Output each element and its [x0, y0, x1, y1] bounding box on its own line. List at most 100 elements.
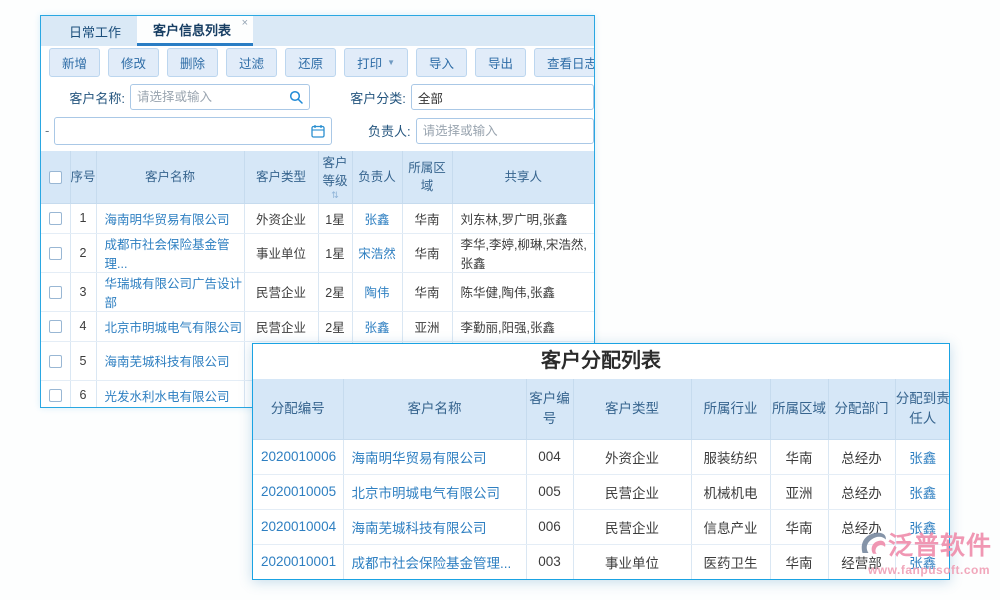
fanpu-logo-icon — [858, 529, 888, 559]
customer-name-link[interactable]: 华瑞城有限公司广告设计部 — [105, 277, 243, 310]
allocation-dept: 总经办 — [841, 451, 882, 466]
allocation-table-header-row: 分配编号 客户名称 客户编号 客户类型 所属行业 所属区域 分配部门 分配到责任… — [253, 379, 950, 439]
customer-name-input[interactable] — [130, 84, 310, 110]
customer-type: 民营企业 — [605, 521, 659, 536]
col-header-region: 所属区域 — [408, 161, 446, 193]
table-row[interactable]: 2020010005北京市明城电气有限公司005民营企业机械机电亚洲总经办张鑫 — [253, 474, 950, 509]
calendar-icon[interactable] — [311, 124, 325, 138]
edit-button[interactable]: 修改 — [108, 48, 159, 77]
close-icon[interactable]: × — [242, 18, 248, 29]
customer-name-link[interactable]: 成都市社会保险基金管理... — [105, 238, 230, 271]
allocation-no-link[interactable]: 2020010004 — [261, 519, 336, 534]
col-header-customer-type: 客户类型 — [256, 170, 306, 184]
allocation-no-link[interactable]: 2020010005 — [261, 484, 336, 499]
row-index: 5 — [80, 354, 87, 368]
customer-name-link[interactable]: 海南明华贸易有限公司 — [352, 451, 487, 466]
owner-input[interactable] — [416, 118, 594, 144]
date-range-separator: - — [45, 123, 49, 138]
tab-daily-work[interactable]: 日常工作 — [53, 16, 137, 46]
delete-button[interactable]: 删除 — [167, 48, 218, 77]
customer-name-label: 客户名称: — [65, 88, 125, 107]
print-button[interactable]: 打印▼ — [344, 48, 408, 77]
customer-name-link[interactable]: 北京市明城电气有限公司 — [352, 486, 501, 501]
customer-name-link[interactable]: 成都市社会保险基金管理... — [352, 556, 512, 571]
row-checkbox[interactable] — [49, 389, 62, 402]
customer-level: 2星 — [325, 321, 344, 335]
row-checkbox[interactable] — [49, 247, 62, 260]
row-checkbox[interactable] — [49, 355, 62, 368]
allocation-no-link[interactable]: 2020010001 — [261, 554, 336, 569]
table-row[interactable]: 2020010001成都市社会保险基金管理...003事业单位医药卫生华南经营部… — [253, 544, 950, 579]
tab-customer-info-list[interactable]: 客户信息列表 × — [137, 16, 253, 46]
shared-people: 李华,李婷,柳琳,宋浩然,张鑫 — [461, 238, 587, 271]
import-button[interactable]: 导入 — [416, 48, 467, 77]
table-row[interactable]: 2020010006海南明华贸易有限公司004外资企业服装纺织华南总经办张鑫 — [253, 439, 950, 474]
col-header-shared: 共享人 — [504, 170, 542, 184]
row-checkbox[interactable] — [49, 320, 62, 333]
region: 华南 — [786, 521, 813, 536]
allocation-no-link[interactable]: 2020010006 — [261, 449, 336, 464]
customer-name-link[interactable]: 北京市明城电气有限公司 — [105, 321, 243, 335]
tab-label: 日常工作 — [69, 22, 121, 41]
customer-type: 事业单位 — [605, 556, 659, 571]
region: 华南 — [414, 213, 439, 227]
customer-type: 外资企业 — [605, 451, 659, 466]
table-row[interactable]: 2020010004海南芜城科技有限公司006民营企业信息产业华南总经办张鑫 — [253, 509, 950, 544]
allocation-panel-title: 客户分配列表 — [253, 344, 949, 379]
sort-icon[interactable]: ⇅ — [319, 191, 352, 200]
table-row[interactable]: 4北京市明城电气有限公司民营企业2星张鑫亚洲李勤丽,阳强,张鑫 — [41, 311, 594, 341]
customer-name-link[interactable]: 海南芜城科技有限公司 — [352, 521, 487, 536]
customer-name-link[interactable]: 海南芜城科技有限公司 — [105, 355, 230, 369]
tab-label: 客户信息列表 — [153, 20, 231, 39]
filter-button[interactable]: 过滤 — [226, 48, 277, 77]
view-log-button[interactable]: 查看日志 — [534, 48, 595, 77]
customer-table-header-row: 序号 客户名称 客户类型 客户等级 ⇅ 负责人 所属区域 共享人 — [41, 151, 594, 203]
assignee-link[interactable]: 张鑫 — [909, 451, 936, 466]
owner-link[interactable]: 张鑫 — [364, 213, 389, 227]
customer-level: 1星 — [325, 213, 344, 227]
date-field[interactable] — [61, 124, 310, 138]
owner-link[interactable]: 张鑫 — [364, 321, 389, 335]
select-all-checkbox[interactable] — [49, 171, 62, 184]
watermark: 泛普软件 www.fanpusoft.com — [858, 526, 1000, 577]
row-checkbox[interactable] — [49, 286, 62, 299]
screen: 日常工作 客户信息列表 × 新增 修改 删除 过滤 还原 打印▼ 导入 导出 查… — [0, 0, 1000, 600]
customer-category-value[interactable] — [418, 90, 587, 104]
assignee-link[interactable]: 张鑫 — [909, 486, 936, 501]
owner-link[interactable]: 陶伟 — [364, 286, 389, 300]
col-header-allocation-no: 分配编号 — [271, 401, 325, 416]
table-row[interactable]: 3华瑞城有限公司广告设计部民营企业2星陶伟华南陈华健,陶伟,张鑫 — [41, 272, 594, 311]
col-header-customer-level[interactable]: 客户等级 ⇅ — [318, 151, 352, 203]
owner-field[interactable] — [423, 124, 587, 138]
watermark-url: www.fanpusoft.com — [858, 563, 1000, 577]
customer-type: 民营企业 — [256, 286, 306, 300]
customer-name-link[interactable]: 海南明华贸易有限公司 — [105, 213, 230, 227]
row-checkbox[interactable] — [49, 212, 62, 225]
col-header-customer-name: 客户名称 — [408, 401, 462, 416]
search-icon[interactable] — [289, 90, 303, 104]
allocation-table: 分配编号 客户名称 客户编号 客户类型 所属行业 所属区域 分配部门 分配到责任… — [253, 379, 950, 580]
table-row[interactable]: 2成都市社会保险基金管理...事业单位1星宋浩然华南李华,李婷,柳琳,宋浩然,张… — [41, 233, 594, 272]
customer-name-link[interactable]: 光发水利水电有限公司 — [105, 390, 230, 404]
export-button[interactable]: 导出 — [475, 48, 526, 77]
customer-category-select[interactable] — [411, 84, 594, 110]
customer-no: 005 — [538, 484, 561, 499]
allocation-dept: 总经办 — [841, 486, 882, 501]
chevron-down-icon: ▼ — [387, 58, 395, 67]
region: 华南 — [414, 286, 439, 300]
col-header-region: 所属区域 — [772, 401, 826, 416]
customer-no: 004 — [538, 449, 561, 464]
col-header-allocation-dept: 分配部门 — [835, 401, 889, 416]
table-row[interactable]: 1海南明华贸易有限公司外资企业1星张鑫华南刘东林,罗广明,张鑫 — [41, 203, 594, 233]
restore-button[interactable]: 还原 — [285, 48, 336, 77]
owner-link[interactable]: 宋浩然 — [358, 247, 396, 261]
date-input[interactable] — [54, 117, 331, 145]
customer-type: 事业单位 — [256, 247, 306, 261]
customer-no: 006 — [538, 519, 561, 534]
region: 华南 — [786, 451, 813, 466]
add-button[interactable]: 新增 — [49, 48, 100, 77]
col-header-customer-no: 客户编号 — [529, 391, 570, 426]
toolbar: 新增 修改 删除 过滤 还原 打印▼ 导入 导出 查看日志 — [41, 46, 594, 78]
customer-name-field[interactable] — [137, 90, 289, 104]
shared-people: 李勤丽,阳强,张鑫 — [461, 321, 555, 335]
